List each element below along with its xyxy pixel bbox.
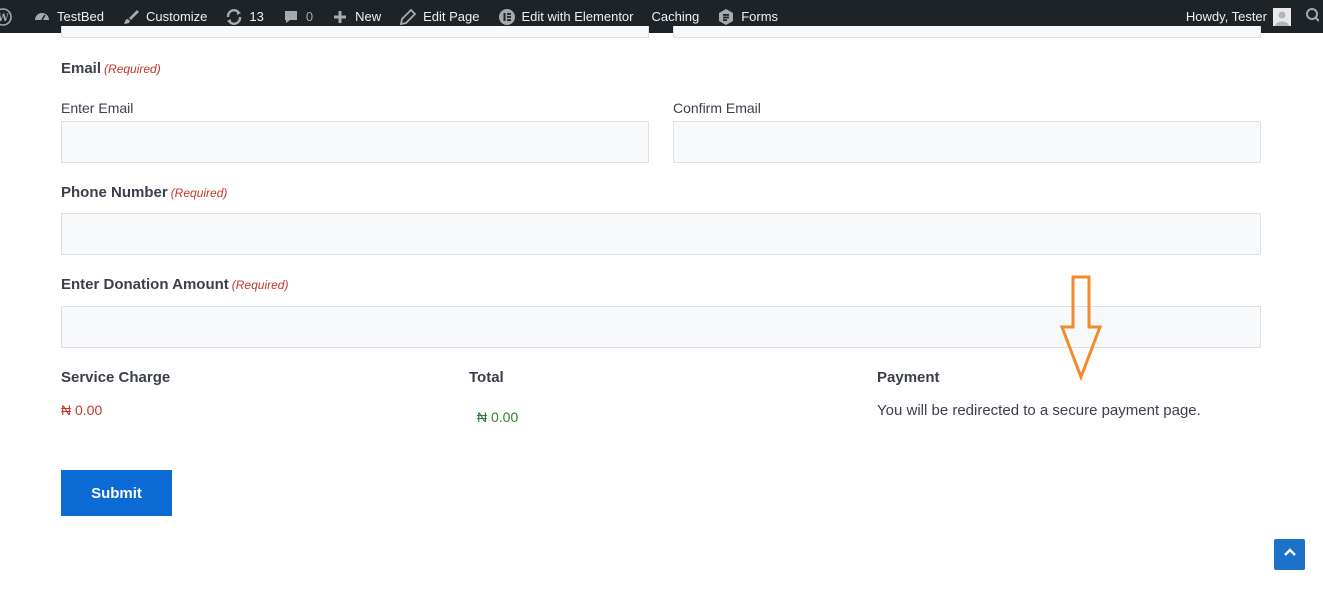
pencil-icon bbox=[399, 8, 417, 26]
search-button[interactable] bbox=[1297, 0, 1323, 33]
caching-label: Caching bbox=[651, 9, 700, 24]
enter-email-label: Enter Email bbox=[61, 100, 134, 116]
forms-icon bbox=[717, 8, 735, 26]
email-required: (Required) bbox=[104, 62, 161, 76]
phone-field[interactable] bbox=[61, 213, 1261, 255]
new-label: New bbox=[355, 9, 382, 24]
previous-field-left[interactable] bbox=[61, 26, 649, 38]
total-label: Total bbox=[469, 369, 504, 386]
forms-label: Forms bbox=[741, 9, 779, 24]
wordpress-icon: W bbox=[0, 7, 12, 26]
howdy-text: Howdy, Tester bbox=[1185, 9, 1267, 24]
comment-icon bbox=[282, 8, 300, 26]
elementor-icon bbox=[498, 8, 516, 26]
previous-field-right[interactable] bbox=[673, 26, 1261, 38]
plus-icon bbox=[331, 8, 349, 26]
search-icon bbox=[1305, 7, 1320, 26]
donation-label-text: Enter Donation Amount bbox=[61, 276, 229, 293]
dashboard-icon bbox=[33, 8, 51, 26]
payment-label: Payment bbox=[877, 369, 940, 386]
brush-icon bbox=[122, 8, 140, 26]
service-charge-label: Service Charge bbox=[61, 369, 171, 386]
email-label-text: Email bbox=[61, 60, 102, 77]
site-name: TestBed bbox=[57, 9, 104, 24]
scroll-to-top-button[interactable] bbox=[1274, 539, 1305, 570]
service-charge-value: ₦ 0.00 bbox=[61, 402, 103, 418]
donation-label: Enter Donation Amount (Required) bbox=[61, 276, 288, 293]
email-label: Email (Required) bbox=[61, 60, 161, 77]
phone-required: (Required) bbox=[170, 186, 228, 200]
customize-label: Customize bbox=[145, 9, 208, 24]
donation-required: (Required) bbox=[231, 278, 289, 292]
phone-label: Phone Number (Required) bbox=[61, 184, 227, 201]
total-value: ₦ 0.00 bbox=[477, 409, 519, 425]
submit-button[interactable]: Submit bbox=[61, 470, 172, 516]
comments-count: 0 bbox=[305, 9, 314, 24]
updates-count: 13 bbox=[249, 9, 264, 24]
avatar bbox=[1273, 7, 1291, 26]
confirm-email-field[interactable] bbox=[673, 121, 1261, 163]
chevron-up-icon bbox=[1282, 544, 1298, 565]
confirm-email-label: Confirm Email bbox=[673, 100, 761, 116]
wordpress-menu[interactable]: W bbox=[0, 0, 24, 33]
updates-icon bbox=[225, 8, 243, 26]
elementor-label: Edit with Elementor bbox=[521, 9, 634, 24]
email-field[interactable] bbox=[61, 121, 649, 163]
edit-page-label: Edit Page bbox=[423, 9, 480, 24]
payment-text: You will be redirected to a secure payme… bbox=[877, 402, 1201, 419]
down-arrow-annotation bbox=[1058, 275, 1104, 386]
phone-label-text: Phone Number bbox=[61, 184, 168, 201]
svg-text:W: W bbox=[0, 13, 9, 24]
